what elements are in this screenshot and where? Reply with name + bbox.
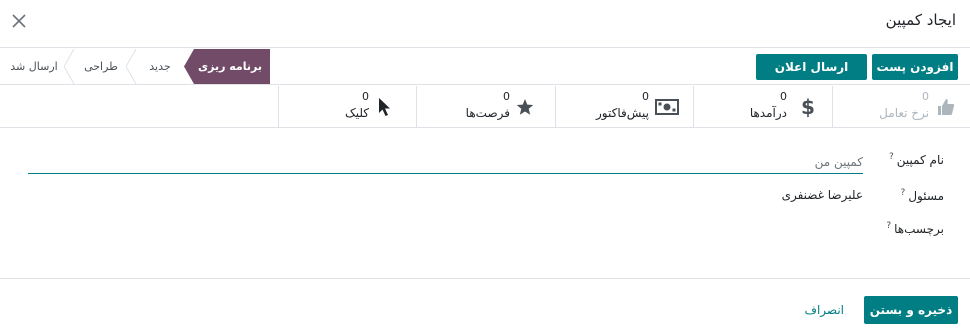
control-bar: افزودن پست ارسال اعلان فوری برنامه ریزی … xyxy=(0,49,970,100)
opportunities-stat-button[interactable]: 0 فرصت‌ها xyxy=(416,86,554,128)
stage-new[interactable]: جدید xyxy=(136,49,184,84)
help-icon[interactable]: ? xyxy=(886,221,891,231)
help-icon[interactable]: ? xyxy=(901,188,906,198)
help-icon[interactable]: ? xyxy=(889,152,894,162)
dialog-footer: ذخیره و بستن انصراف xyxy=(0,278,970,335)
campaign-name-input[interactable] xyxy=(28,150,863,174)
campaign-name-label-text: نام کمپین xyxy=(896,153,944,167)
clicks-stat-button[interactable]: 0 کلیک xyxy=(278,86,416,128)
engagement-label: نرخ تعامل xyxy=(879,106,929,120)
responsible-label-text: مسئول xyxy=(908,189,944,203)
cursor-icon xyxy=(375,96,395,118)
star-icon xyxy=(515,96,535,118)
add-post-button[interactable]: افزودن پست xyxy=(872,54,958,80)
responsible-field[interactable]: علیرضا غضنفری xyxy=(782,188,863,202)
save-close-button[interactable]: ذخیره و بستن xyxy=(864,296,958,324)
tags-label-text: برچسب‌ها xyxy=(894,222,944,236)
revenues-value: 0 xyxy=(780,90,787,103)
send-now-button[interactable]: ارسال اعلان فوری xyxy=(756,54,867,100)
engagement-value: 0 xyxy=(922,90,929,103)
quotations-label: پیش‌فاکتور xyxy=(596,106,649,120)
dialog-header: ایجاد کمپین xyxy=(0,0,970,48)
stat-buttons-bar: 0 نرخ تعامل $ 0 درآمدها 0 پیش‌فاکتور 0 ف… xyxy=(0,86,970,128)
dialog-title: ایجاد کمپین xyxy=(885,11,956,29)
clicks-value: 0 xyxy=(362,90,369,103)
revenues-stat-button[interactable]: $ 0 درآمدها xyxy=(693,86,831,128)
revenues-label: درآمدها xyxy=(749,106,787,120)
tags-label: برچسب‌ها? xyxy=(886,221,944,236)
money-bill-icon xyxy=(654,96,680,118)
quotations-stat-button[interactable]: 0 پیش‌فاکتور xyxy=(555,86,693,128)
opportunities-label: فرصت‌ها xyxy=(465,106,510,120)
opportunities-value: 0 xyxy=(503,90,510,103)
engagement-stat-button[interactable]: 0 نرخ تعامل xyxy=(832,86,970,128)
thumbs-up-icon xyxy=(936,96,956,118)
stage-design[interactable]: طراحی xyxy=(74,49,128,84)
stage-sent[interactable]: ارسال شد xyxy=(6,49,62,84)
dollar-icon: $ xyxy=(801,95,815,119)
stage-planning[interactable]: برنامه ریزی xyxy=(190,49,270,84)
quotations-value: 0 xyxy=(642,90,649,103)
responsible-label: مسئول? xyxy=(901,188,944,203)
clicks-label: کلیک xyxy=(344,106,369,120)
close-icon[interactable] xyxy=(10,12,28,30)
campaign-name-label: نام کمپین? xyxy=(889,152,944,167)
discard-button[interactable]: انصراف xyxy=(797,296,852,324)
